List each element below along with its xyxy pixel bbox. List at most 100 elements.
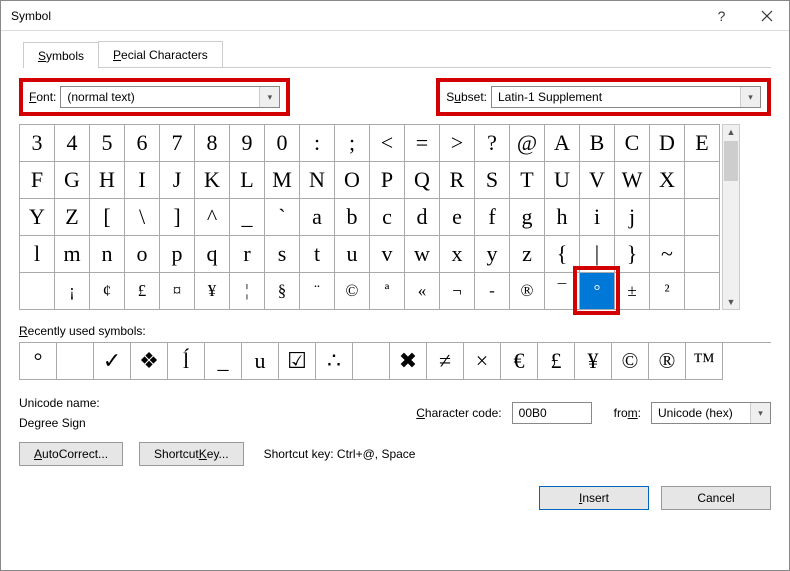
symbol-cell[interactable]: t	[300, 236, 335, 273]
symbol-cell[interactable]: n	[90, 236, 125, 273]
symbol-cell[interactable]: e	[440, 199, 475, 236]
close-button[interactable]	[744, 1, 789, 31]
symbol-cell[interactable]: >	[440, 125, 475, 162]
symbol-cell[interactable]: v	[370, 236, 405, 273]
symbol-cell[interactable]: o	[125, 236, 160, 273]
symbol-cell[interactable]: U	[545, 162, 580, 199]
recent-symbol-cell[interactable]: ✓	[94, 343, 131, 380]
symbol-cell[interactable]: q	[195, 236, 230, 273]
symbol-cell[interactable]: h	[545, 199, 580, 236]
symbol-cell[interactable]: A	[545, 125, 580, 162]
symbol-cell[interactable]: L	[230, 162, 265, 199]
symbol-cell[interactable]: j	[615, 199, 650, 236]
symbol-cell[interactable]: s	[265, 236, 300, 273]
symbol-cell[interactable]: F	[20, 162, 55, 199]
symbol-cell[interactable]: 5	[90, 125, 125, 162]
symbol-cell[interactable]	[685, 162, 720, 199]
symbol-cell[interactable]: 3	[20, 125, 55, 162]
symbol-grid[interactable]: 34567890:;<=>?@ABCDEFGHIJKLMNOPQRSTUVWXY…	[19, 124, 720, 310]
recent-symbol-cell[interactable]: ®	[649, 343, 686, 380]
recent-symbol-cell[interactable]: ×	[464, 343, 501, 380]
tab-symbols[interactable]: Symbols	[23, 42, 99, 68]
recent-symbol-cell[interactable]: _	[205, 343, 242, 380]
symbol-cell[interactable]: <	[370, 125, 405, 162]
symbol-cell[interactable]: O	[335, 162, 370, 199]
tab-special-characters[interactable]: Pecial Characters	[98, 41, 223, 67]
symbol-cell[interactable]: B	[580, 125, 615, 162]
symbol-cell[interactable]: G	[55, 162, 90, 199]
grid-scrollbar[interactable]: ▲ ▼	[722, 124, 740, 310]
char-code-input[interactable]: 00B0	[512, 402, 592, 424]
symbol-cell[interactable]: ²	[650, 273, 685, 310]
symbol-cell[interactable]: D	[650, 125, 685, 162]
symbol-cell[interactable]: §	[265, 273, 300, 310]
symbol-cell[interactable]: «	[405, 273, 440, 310]
symbol-cell[interactable]: X	[650, 162, 685, 199]
symbol-cell[interactable]: ¢	[90, 273, 125, 310]
chevron-down-icon[interactable]: ▾	[259, 87, 279, 107]
symbol-cell[interactable]: u	[335, 236, 370, 273]
recent-symbol-cell[interactable]: °	[20, 343, 57, 380]
scroll-down-icon[interactable]: ▼	[727, 295, 736, 309]
symbol-cell[interactable]: _	[230, 199, 265, 236]
recent-symbol-cell[interactable]: ≠	[427, 343, 464, 380]
autocorrect-button[interactable]: AutoCorrect...	[19, 442, 123, 466]
symbol-cell[interactable]: {	[545, 236, 580, 273]
symbol-cell[interactable]: @	[510, 125, 545, 162]
recent-symbol-cell[interactable]	[57, 343, 94, 380]
symbol-cell[interactable]: }	[615, 236, 650, 273]
symbol-cell[interactable]: m	[55, 236, 90, 273]
symbol-cell[interactable]: ª	[370, 273, 405, 310]
symbol-cell[interactable]: W	[615, 162, 650, 199]
insert-button[interactable]: Insert	[539, 486, 649, 510]
symbol-cell[interactable]: ¡	[55, 273, 90, 310]
symbol-cell[interactable]: f	[475, 199, 510, 236]
symbol-cell[interactable]: ¨	[300, 273, 335, 310]
symbol-cell[interactable]: ¬	[440, 273, 475, 310]
symbol-cell[interactable]: °	[580, 273, 615, 310]
symbol-cell[interactable]: ]	[160, 199, 195, 236]
symbol-cell[interactable]: 8	[195, 125, 230, 162]
symbol-cell[interactable]: Y	[20, 199, 55, 236]
scroll-up-icon[interactable]: ▲	[727, 125, 736, 139]
symbol-cell[interactable]: y	[475, 236, 510, 273]
from-combo[interactable]: Unicode (hex) ▾	[651, 402, 771, 424]
symbol-cell[interactable]: ;	[335, 125, 370, 162]
recent-symbol-cell[interactable]: £	[538, 343, 575, 380]
subset-combo[interactable]: Latin-1 Supplement ▾	[491, 86, 761, 108]
symbol-cell[interactable]: V	[580, 162, 615, 199]
symbol-cell[interactable]: w	[405, 236, 440, 273]
symbol-cell[interactable]: \	[125, 199, 160, 236]
symbol-cell[interactable]: ¯	[545, 273, 580, 310]
recent-symbol-cell[interactable]	[353, 343, 390, 380]
symbol-cell[interactable]: ±	[615, 273, 650, 310]
symbol-cell[interactable]: =	[405, 125, 440, 162]
symbol-cell[interactable]: 6	[125, 125, 160, 162]
symbol-cell[interactable]: S	[475, 162, 510, 199]
symbol-cell[interactable]: J	[160, 162, 195, 199]
symbol-cell[interactable]: g	[510, 199, 545, 236]
symbol-cell[interactable]: T	[510, 162, 545, 199]
symbol-cell[interactable]	[650, 199, 685, 236]
symbol-cell[interactable]: ¥	[195, 273, 230, 310]
recent-symbol-cell[interactable]: ❖	[131, 343, 168, 380]
symbol-cell[interactable]: ~	[650, 236, 685, 273]
symbol-cell[interactable]	[685, 199, 720, 236]
symbol-cell[interactable]: [	[90, 199, 125, 236]
symbol-cell[interactable]: a	[300, 199, 335, 236]
recent-symbol-cell[interactable]: ™	[686, 343, 723, 380]
symbol-cell[interactable]: ©	[335, 273, 370, 310]
symbol-cell[interactable]: M	[265, 162, 300, 199]
symbol-cell[interactable]: I	[125, 162, 160, 199]
symbol-cell[interactable]	[685, 273, 720, 310]
symbol-cell[interactable]: 0	[265, 125, 300, 162]
symbol-cell[interactable]: 7	[160, 125, 195, 162]
recent-symbol-cell[interactable]: u	[242, 343, 279, 380]
shortcut-key-button[interactable]: Shortcut Key...	[139, 442, 244, 466]
scrollbar-thumb[interactable]	[724, 141, 738, 181]
symbol-cell[interactable]: N	[300, 162, 335, 199]
cancel-button[interactable]: Cancel	[661, 486, 771, 510]
symbol-cell[interactable]: d	[405, 199, 440, 236]
recent-symbol-cell[interactable]: ✖	[390, 343, 427, 380]
recent-symbols-grid[interactable]: °✓❖ĺ_u☑∴✖≠×€£¥©®™	[19, 342, 771, 380]
